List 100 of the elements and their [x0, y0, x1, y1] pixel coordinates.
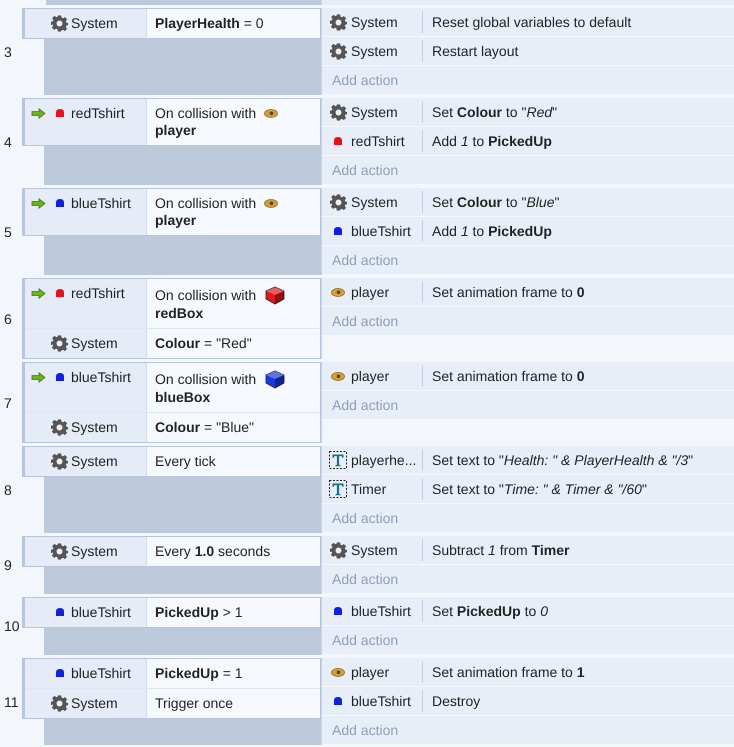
object-name: blueTshirt: [71, 604, 131, 620]
action-text: Subtract 1 from Timer: [431, 542, 570, 558]
gear-icon: [51, 334, 68, 352]
object-name: redTshirt: [71, 285, 125, 301]
event-number: 11: [3, 692, 20, 712]
gear-icon: [51, 694, 68, 712]
action-row[interactable]: player Set animation frame to 1: [322, 658, 734, 687]
action-text: Add 1 to PickedUp: [431, 223, 552, 239]
condition-text: Every tick: [155, 453, 216, 469]
action-row[interactable]: System Set Colour to "Red": [322, 98, 734, 127]
sprite-icon: [264, 199, 278, 208]
action-row[interactable]: Timer Set text to "Time: " & Timer & "/60": [322, 475, 734, 504]
condition-text: PlayerHealth = 0: [155, 15, 264, 31]
action-text: Set text to "Time: " & Timer & "/60": [431, 481, 647, 497]
object-name: System: [351, 104, 398, 120]
object-name: System: [71, 695, 118, 711]
condition-block[interactable]: redTshirt On collision with redBox System Colour = "Red": [22, 278, 321, 359]
action-text: Set animation frame to 0: [431, 284, 585, 300]
text-object-icon: [329, 451, 347, 469]
condition-text: Colour = "Red": [155, 335, 252, 351]
condition-block[interactable]: blueTshirt On collision with blueBox System Colour = "Blue": [22, 362, 321, 443]
object-name: player: [351, 368, 390, 384]
action-row[interactable]: System Set Colour to "Blue": [322, 188, 734, 217]
event-number: 8: [3, 480, 13, 500]
object-name: System: [351, 194, 398, 210]
action-text: Set PickedUp to 0: [431, 603, 548, 619]
object-name: player: [351, 284, 390, 300]
gear-icon: [330, 194, 346, 210]
object-name: System: [71, 15, 118, 31]
object-name: System: [71, 335, 118, 351]
action-row[interactable]: playerhe... Set text to "Health: " & PlayerHealth & "/3": [322, 446, 734, 475]
event-number: 6: [3, 310, 13, 328]
action-text: Set Colour to "Red": [431, 104, 558, 120]
sprite-icon: [331, 372, 345, 380]
event-number: 4: [3, 132, 13, 152]
object-name: blueTshirt: [71, 195, 131, 211]
action-text: Destroy: [431, 693, 480, 709]
sprite-icon: [264, 109, 278, 118]
action-text: Set animation frame to 1: [431, 664, 585, 680]
gear-icon: [330, 14, 346, 30]
event-number: 3: [3, 42, 13, 62]
action-row[interactable]: player Set animation frame to 0: [322, 362, 734, 391]
sprite-icon: [331, 668, 345, 676]
condition-text: On collision with: [155, 105, 256, 122]
object-name: blueTshirt: [71, 369, 131, 385]
condition-text: Colour = "Blue": [155, 419, 254, 435]
action-row[interactable]: redTshirt Add 1 to PickedUp: [322, 127, 734, 156]
object-name: playerhe...: [351, 452, 416, 468]
text-object-icon: [329, 480, 347, 498]
gear-icon: [51, 542, 68, 560]
event-number: 9: [3, 556, 13, 575]
event-number: 10: [3, 617, 21, 636]
object-name: player: [351, 664, 390, 680]
action-row[interactable]: blueTshirt Destroy: [322, 687, 734, 716]
object-name: blueTshirt: [351, 223, 411, 239]
gear-icon: [51, 452, 68, 470]
gear-icon: [51, 418, 68, 436]
object-name: redTshirt: [71, 105, 125, 121]
object-name: Timer: [351, 481, 386, 497]
condition-text: On collision with: [155, 286, 256, 304]
gear-icon: [51, 14, 68, 32]
action-row[interactable]: blueTshirt Add 1 to PickedUp: [322, 217, 734, 246]
object-name: blueTshirt: [351, 603, 411, 619]
condition-target: player: [155, 122, 196, 138]
action-text: Add 1 to PickedUp: [431, 133, 552, 149]
action-row[interactable]: System Subtract 1 from Timer: [322, 536, 734, 565]
condition-text: Trigger once: [155, 695, 234, 711]
action-text: Restart layout: [431, 43, 518, 59]
object-name: System: [351, 43, 398, 59]
event-number: 5: [3, 222, 13, 242]
object-name: System: [71, 543, 118, 559]
action-row[interactable]: System Reset global variables to default: [322, 8, 734, 37]
gear-icon: [330, 104, 346, 120]
condition-block[interactable]: System PlayerHealth = 0: [22, 8, 321, 39]
object-name: System: [71, 453, 118, 469]
condition-target: blueBox: [155, 389, 210, 405]
object-name: blueTshirt: [351, 693, 411, 709]
action-row[interactable]: blueTshirt Set PickedUp to 0: [322, 597, 734, 626]
condition-block[interactable]: blueTshirt On collision with player: [22, 188, 321, 236]
condition-text: On collision with: [155, 370, 256, 388]
action-row[interactable]: player Set animation frame to 0: [322, 278, 734, 307]
action-text: Set text to "Health: " & PlayerHealth & "/3": [431, 452, 694, 468]
condition-text: PickedUp > 1: [155, 604, 243, 620]
condition-text: Every 1.0 seconds: [155, 543, 270, 559]
object-name: System: [351, 542, 398, 558]
gear-icon: [330, 542, 346, 558]
object-name: System: [351, 14, 398, 30]
action-row[interactable]: System Restart layout: [322, 37, 734, 66]
condition-text: On collision with: [155, 195, 256, 212]
condition-block[interactable]: blueTshirt PickedUp = 1 System Trigger once: [22, 658, 321, 719]
condition-target: redBox: [155, 305, 204, 321]
condition-block[interactable]: redTshirt On collision with player: [22, 98, 321, 146]
condition-block[interactable]: blueTshirt PickedUp > 1: [22, 597, 321, 628]
action-text: Set animation frame to 0: [431, 368, 585, 384]
condition-block[interactable]: System Every tick: [22, 446, 321, 477]
object-name: blueTshirt: [71, 665, 131, 681]
event-number: 7: [3, 394, 13, 412]
object-name: System: [71, 419, 118, 435]
condition-text: PickedUp = 1: [155, 665, 243, 681]
condition-block[interactable]: System Every 1.0 seconds: [22, 536, 321, 567]
